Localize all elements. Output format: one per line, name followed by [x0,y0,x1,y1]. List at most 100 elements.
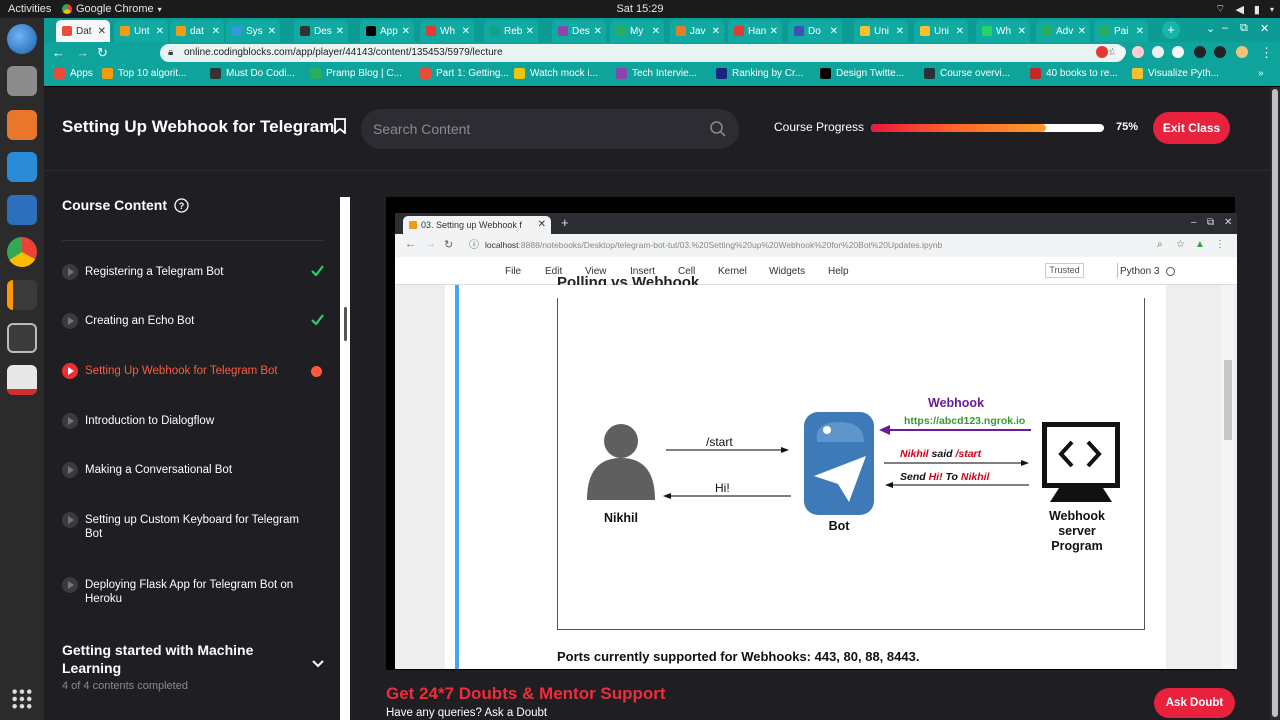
lesson-item[interactable]: Creating an Echo Bot [62,313,324,343]
section-getting-started-ml[interactable]: Getting started with Machine Learning 4 … [62,641,324,692]
sidebar-scrollbar-thumb[interactable] [344,307,347,341]
browser-tab[interactable]: dat ✕ [170,20,224,42]
more-bookmarks-icon[interactable]: » [1258,68,1264,79]
close-icon[interactable]: ✕ [1260,22,1269,35]
lesson-item[interactable]: Setting up Custom Keyboard for Telegram … [62,512,324,542]
bookmark-icon[interactable] [334,118,346,134]
lesson-item[interactable]: Introduction to Dialogflow [62,413,324,443]
search-icon[interactable] [709,120,727,138]
close-tab-icon[interactable]: ✕ [526,26,534,37]
software-center-icon[interactable] [7,110,37,140]
close-tab-icon[interactable]: ✕ [402,26,410,37]
chevron-down-icon[interactable] [312,660,324,668]
lesson-item[interactable]: Making a Conversational Bot [62,462,324,492]
page-scrollbar[interactable] [1270,87,1280,720]
browser-tab[interactable]: Des ✕ [294,20,348,42]
lesson-item[interactable]: Deploying Flask App for Telegram Bot on … [62,577,324,607]
browser-tab[interactable]: Unt ✕ [114,20,168,42]
extension-icon[interactable] [1152,46,1164,58]
page-scrollbar-thumb[interactable] [1272,89,1278,717]
address-bar[interactable]: 🔒︎ online.codingblocks.com/app/player/44… [160,44,1125,62]
bookmark-item[interactable]: Watch mock i... [514,68,598,79]
new-tab-icon[interactable]: + [1162,21,1180,39]
thunderbird-icon[interactable] [7,24,37,54]
terminal-icon[interactable] [7,323,37,353]
close-tab-icon[interactable]: ✕ [156,26,164,37]
reload-icon[interactable]: ↻ [97,45,108,61]
show-apps-icon[interactable] [11,688,33,710]
exit-class-button[interactable]: Exit Class [1153,112,1230,144]
extension-icon[interactable] [1172,46,1184,58]
bookmark-item[interactable]: Must Do Codi... [210,68,295,79]
close-tab-icon[interactable]: ✕ [212,26,220,37]
system-tray[interactable]: ⌔ ◀ ▮ ▾ [1215,2,1274,16]
extension-icon[interactable] [1132,46,1144,58]
browser-tab[interactable]: Wh ✕ [976,20,1030,42]
bookmark-item[interactable]: Apps [54,68,93,79]
app-menu[interactable]: Google Chrome ▾ [62,3,162,15]
activities-button[interactable]: Activities [0,3,62,15]
vscode-icon[interactable] [7,152,37,182]
help-circle-icon[interactable]: ? [174,197,189,213]
forward-arrow-icon[interactable]: → [76,45,89,60]
browser-tab[interactable]: Adv ✕ [1036,20,1090,42]
lesson-item[interactable]: Registering a Telegram Bot [62,264,324,294]
browser-tab[interactable]: App ✕ [360,20,414,42]
close-tab-icon[interactable]: ✕ [770,26,778,37]
chevron-down-icon[interactable]: ⌄ [1206,22,1215,35]
bookmark-item[interactable]: Part 1: Getting... [420,68,509,79]
close-tab-icon[interactable]: ✕ [956,26,964,37]
browser-tab[interactable]: Do ✕ [788,20,842,42]
extension-icon[interactable] [1096,46,1108,58]
browser-tab[interactable]: Pai ✕ [1094,20,1148,42]
minimize-icon[interactable]: – [1222,22,1228,34]
bookmark-item[interactable]: Top 10 algorit... [102,68,186,79]
close-tab-icon[interactable]: ✕ [336,26,344,37]
tab-favicon-icon [920,26,930,36]
profile-avatar[interactable] [1236,46,1248,58]
browser-tab[interactable]: Reb ✕ [484,20,538,42]
bookmark-item[interactable]: Pramp Blog | C... [310,68,402,79]
restore-icon[interactable]: ⧉ [1240,22,1248,35]
text-editor-icon[interactable] [7,195,37,225]
sublime-text-icon[interactable] [7,280,37,310]
bookmark-item[interactable]: Visualize Pyth... [1132,68,1219,79]
bookmark-item[interactable]: 40 books to re... [1030,68,1118,79]
evince-icon[interactable] [7,365,37,395]
browser-tab[interactable]: Jav ✕ [670,20,724,42]
ask-doubt-button[interactable]: Ask Doubt [1154,688,1235,718]
extension-icon[interactable] [1114,46,1126,58]
bookmark-item[interactable]: Design Twitte... [820,68,904,79]
bookmark-item[interactable]: Ranking by Cr... [716,68,803,79]
browser-tab[interactable]: Uni ✕ [854,20,908,42]
files-icon[interactable] [7,66,37,96]
close-tab-icon[interactable]: ✕ [462,26,470,37]
close-tab-icon[interactable]: ✕ [98,26,106,37]
browser-tab[interactable]: Des ✕ [552,20,606,42]
back-arrow-icon[interactable]: ← [52,45,65,60]
media-control-icon[interactable] [1214,46,1226,58]
close-tab-icon[interactable]: ✕ [830,26,838,37]
close-tab-icon[interactable]: ✕ [1136,26,1144,37]
browser-tab[interactable]: My ✕ [610,20,664,42]
lesson-item[interactable]: Setting Up Webhook for Telegram Bot [62,363,324,393]
browser-tab[interactable]: Han ✕ [728,20,782,42]
kebab-menu-icon[interactable]: ⋮ [1260,45,1273,61]
close-tab-icon[interactable]: ✕ [594,26,602,37]
browser-tab[interactable]: Dat ✕ [56,20,110,42]
close-tab-icon[interactable]: ✕ [268,26,276,37]
close-tab-icon[interactable]: ✕ [1018,26,1026,37]
close-tab-icon[interactable]: ✕ [652,26,660,37]
browser-tab[interactable]: Uni ✕ [914,20,968,42]
puzzle-icon[interactable] [1194,46,1206,58]
close-tab-icon[interactable]: ✕ [712,26,720,37]
close-tab-icon[interactable]: ✕ [1078,26,1086,37]
search-input[interactable] [373,119,693,139]
close-tab-icon[interactable]: ✕ [896,26,904,37]
bookmark-item[interactable]: Course overvi... [924,68,1010,79]
browser-tab[interactable]: Sys ✕ [226,20,280,42]
bookmark-item[interactable]: Tech Intervie... [616,68,697,79]
browser-tab[interactable]: Wh ✕ [420,20,474,42]
sidebar-scrollbar-track[interactable] [340,197,350,720]
chrome-icon[interactable] [7,237,37,267]
